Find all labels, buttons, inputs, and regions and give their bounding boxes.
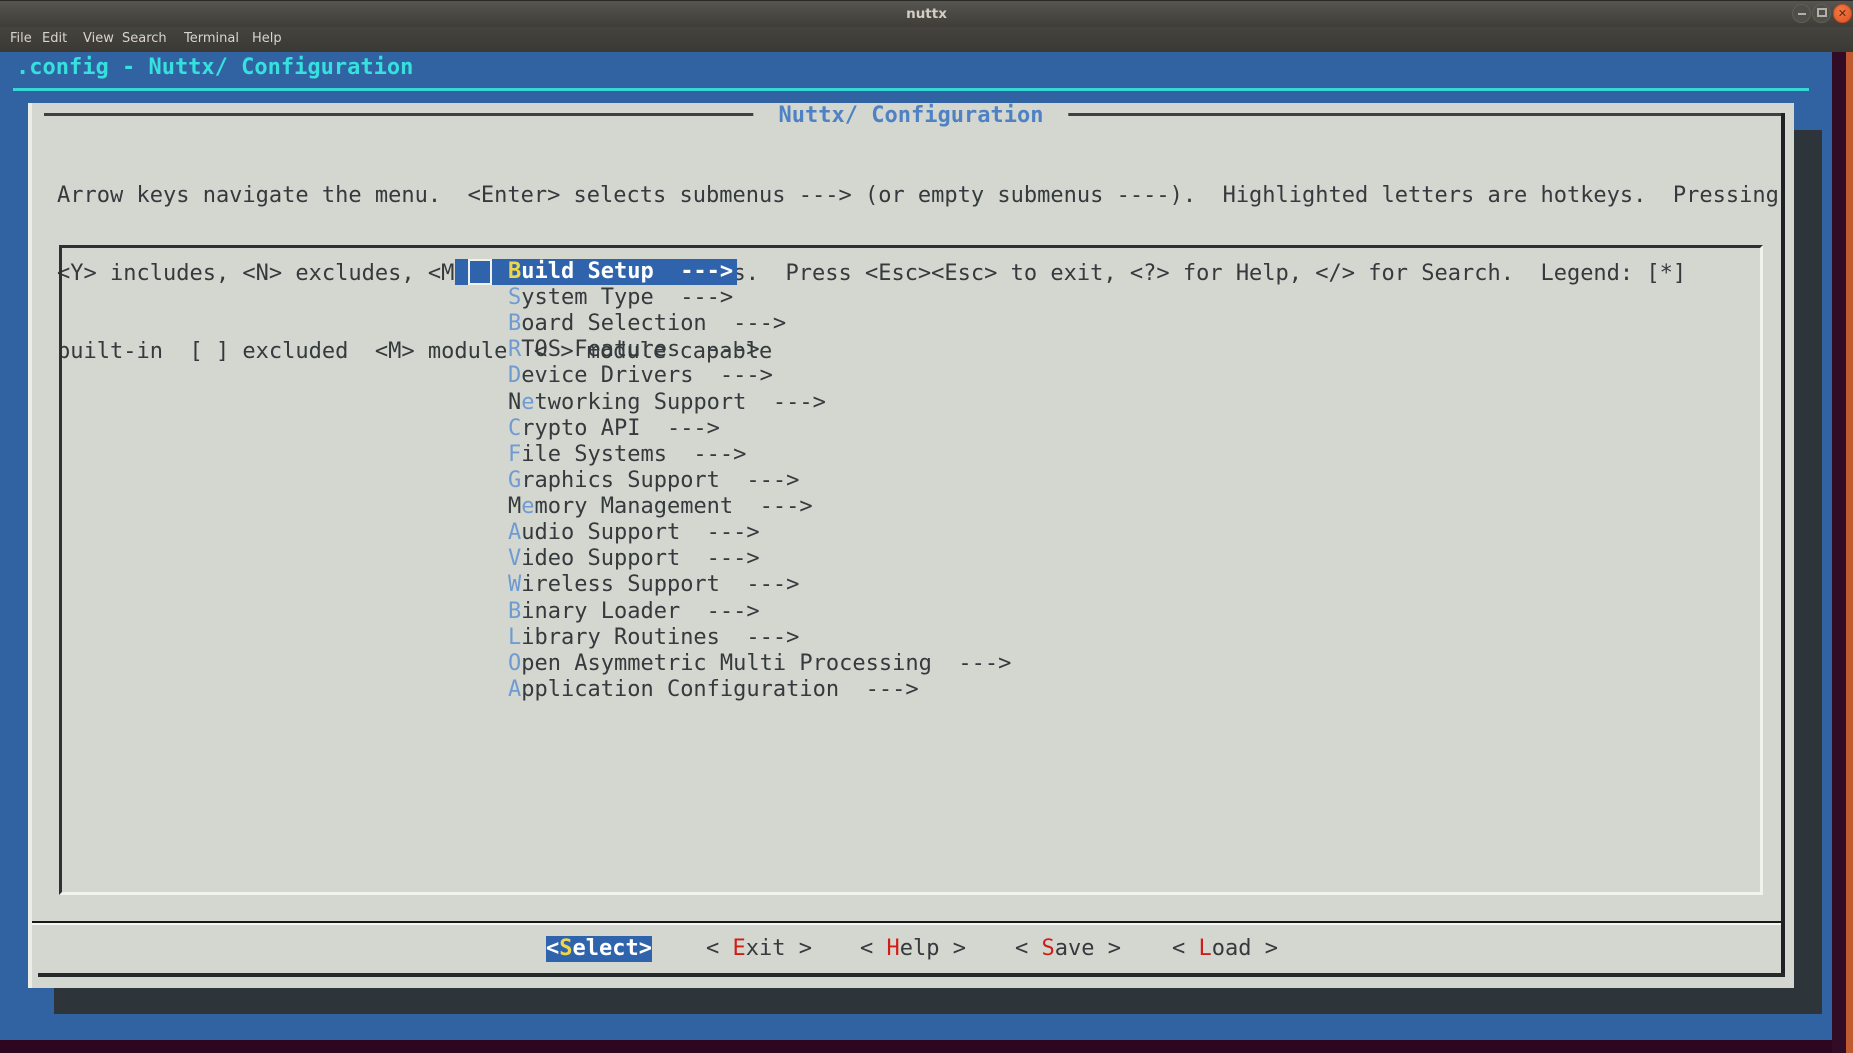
menu-help[interactable]: Help xyxy=(252,31,282,46)
item-label-rest: tworking Support ---> xyxy=(535,390,826,415)
item-label-rest: evice Drivers ---> xyxy=(521,363,773,388)
item-label-rest: raphics Support ---> xyxy=(521,468,799,493)
dialog-border-left xyxy=(28,103,32,988)
menu-item-crypto-api[interactable]: Crypto API ---> xyxy=(508,416,720,442)
menu-terminal[interactable]: Terminal xyxy=(184,31,239,46)
hotkey-letter: B xyxy=(508,311,521,336)
item-label: N xyxy=(508,390,521,415)
item-label-rest: TOS Features ---> xyxy=(521,337,759,362)
hotkey-letter: O xyxy=(508,651,521,676)
config-dialog: Nuttx/ Configuration Arrow keys navigate… xyxy=(28,103,1794,988)
menu-item-binary-loader[interactable]: Binary Loader ---> xyxy=(508,599,760,625)
menu-view[interactable]: View xyxy=(83,31,114,46)
menu-item-video-support[interactable]: Video Support ---> xyxy=(508,546,760,572)
button-separator-highlight xyxy=(32,923,1781,925)
desktop-strip-bottom xyxy=(0,1040,1832,1053)
menubar: File Edit View Search Terminal Help xyxy=(0,27,1853,52)
hotkey-letter: B xyxy=(508,259,521,284)
item-label-rest: mory Management ---> xyxy=(535,494,813,519)
dialog-border-right xyxy=(1781,113,1785,977)
load-button[interactable]: < Load > xyxy=(1172,936,1278,962)
item-label-rest: uild Setup ---> xyxy=(521,259,733,284)
menu-item-audio-support[interactable]: Audio Support ---> xyxy=(508,520,760,546)
item-label-rest: rypto API ---> xyxy=(521,416,720,441)
hotkey-letter: S xyxy=(559,936,572,961)
save-button[interactable]: < Save > xyxy=(1015,936,1121,962)
terminal-screen[interactable]: .config - Nuttx/ Configuration Nuttx/ Co… xyxy=(0,52,1832,1040)
menu-item-networking-support[interactable]: Networking Support ---> xyxy=(508,390,826,416)
item-label: M xyxy=(508,494,521,519)
menu-item-file-systems[interactable]: File Systems ---> xyxy=(508,442,746,468)
hotkey-letter: S xyxy=(508,285,521,310)
hotkey-letter: e xyxy=(521,494,534,519)
menu-item-wireless-support[interactable]: Wireless Support ---> xyxy=(508,572,799,598)
maximize-button[interactable] xyxy=(1812,4,1831,23)
menu-item-library-routines[interactable]: Library Routines ---> xyxy=(508,625,799,651)
maximize-icon xyxy=(1817,8,1827,17)
window-title: nuttx xyxy=(0,6,1853,22)
window-titlebar[interactable]: nuttx ✕ xyxy=(0,0,1853,27)
hotkey-letter: C xyxy=(508,416,521,441)
hotkey-letter: G xyxy=(508,468,521,493)
cursor-block xyxy=(455,259,468,285)
menu-item-open-asymmetric-multi-processing[interactable]: Open Asymmetric Multi Processing ---> xyxy=(508,651,1011,677)
menu-item-memory-management[interactable]: Memory Management ---> xyxy=(508,494,813,520)
menu-item-rtos-features[interactable]: RTOS Features ---> xyxy=(508,337,760,363)
menu-item-device-drivers[interactable]: Device Drivers ---> xyxy=(508,363,773,389)
close-icon: ✕ xyxy=(1834,5,1851,22)
menu-item-build-setup[interactable]: Build Setup ---> xyxy=(455,259,737,285)
select-button[interactable]: <Select> xyxy=(546,936,652,962)
dialog-border-bottom xyxy=(38,973,1785,977)
dialog-shadow-right xyxy=(1794,130,1822,1014)
hotkey-letter: S xyxy=(1042,936,1055,961)
hotkey-letter: A xyxy=(508,677,521,702)
desktop-strip-purple xyxy=(1832,52,1846,1053)
menu-file[interactable]: File xyxy=(10,31,32,46)
hotkey-letter: B xyxy=(508,599,521,624)
hotkey-letter: L xyxy=(508,625,521,650)
item-label-rest: ystem Type ---> xyxy=(521,285,733,310)
cursor-hollow-box xyxy=(468,259,492,285)
hotkey-letter: R xyxy=(508,337,521,362)
menu-item-application-configuration[interactable]: Application Configuration ---> xyxy=(508,677,919,703)
hotkey-letter: L xyxy=(1199,936,1212,961)
desktop-strip-orange xyxy=(1846,52,1853,1053)
menu-item-board-selection[interactable]: Board Selection ---> xyxy=(508,311,786,337)
hotkey-letter: W xyxy=(508,572,521,597)
item-label-rest: oard Selection ---> xyxy=(521,311,786,336)
hotkey-letter: F xyxy=(508,442,521,467)
menu-search[interactable]: Search xyxy=(122,31,167,46)
item-label-rest: ireless Support ---> xyxy=(521,572,799,597)
hotkey-letter: D xyxy=(508,363,521,388)
item-label-rest: pplication Configuration ---> xyxy=(521,677,918,702)
hotkey-letter: e xyxy=(521,390,534,415)
help-button[interactable]: < Help > xyxy=(860,936,966,962)
instructions-line-1: Arrow keys navigate the menu. <Enter> se… xyxy=(57,183,1779,209)
hotkey-letter: A xyxy=(508,520,521,545)
menu-item-graphics-support[interactable]: Graphics Support ---> xyxy=(508,468,799,494)
selected-item-text: Build Setup ---> xyxy=(492,259,737,285)
item-label-rest: ile Systems ---> xyxy=(521,442,746,467)
item-label-rest: ideo Support ---> xyxy=(521,546,759,571)
item-label-rest: inary Loader ---> xyxy=(521,599,759,624)
exit-button[interactable]: < Exit > xyxy=(706,936,812,962)
dialog-title: Nuttx/ Configuration xyxy=(753,103,1068,129)
item-label-rest: udio Support ---> xyxy=(521,520,759,545)
hotkey-letter: V xyxy=(508,546,521,571)
minimize-button[interactable] xyxy=(1792,4,1811,23)
menu-item-system-type[interactable]: System Type ---> xyxy=(508,285,733,311)
hotkey-letter: E xyxy=(733,936,746,961)
menu-edit[interactable]: Edit xyxy=(42,31,67,46)
dialog-shadow-bottom xyxy=(54,988,1822,1014)
backtitle: .config - Nuttx/ Configuration xyxy=(16,55,413,81)
close-button[interactable]: ✕ xyxy=(1833,4,1852,23)
backtitle-separator-line xyxy=(13,88,1809,91)
item-label-rest: pen Asymmetric Multi Processing ---> xyxy=(521,651,1011,676)
minimize-icon xyxy=(1798,13,1806,15)
item-label-rest: ibrary Routines ---> xyxy=(521,625,799,650)
hotkey-letter: H xyxy=(887,936,900,961)
menu-list-box xyxy=(59,245,1763,895)
